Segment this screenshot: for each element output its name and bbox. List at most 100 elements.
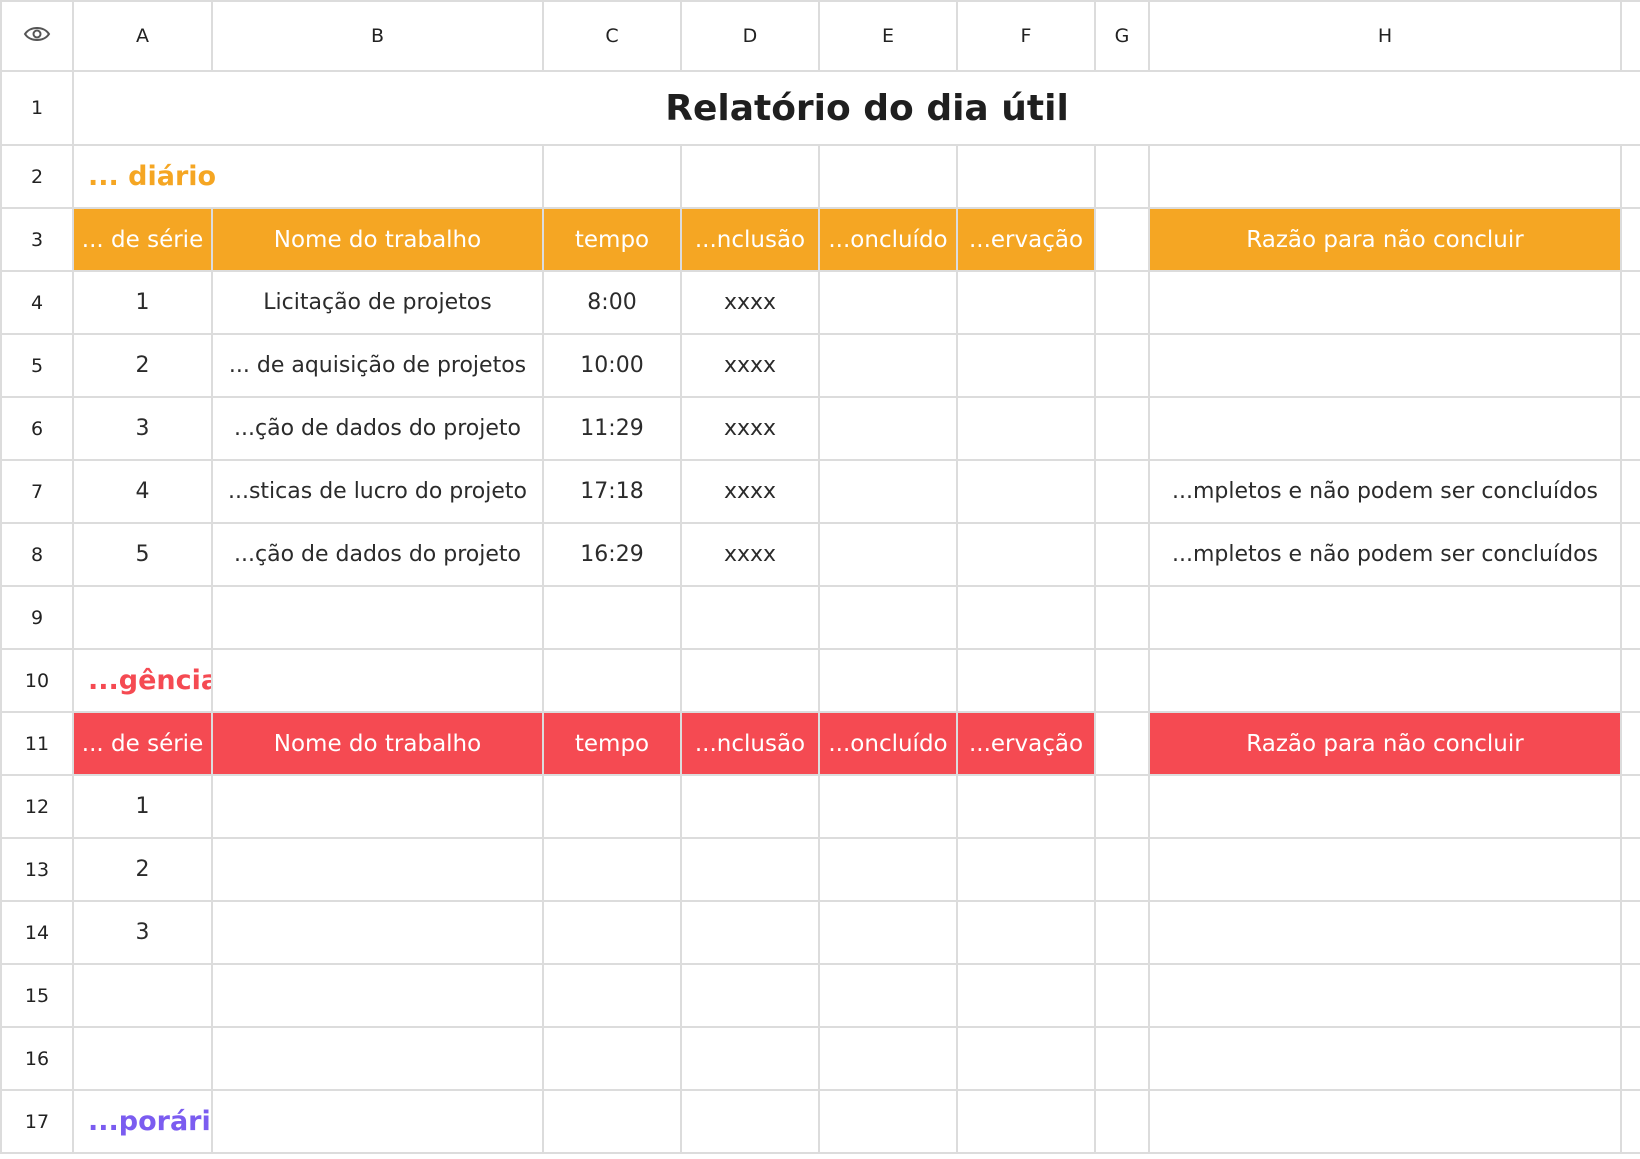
cell-conclusion[interactable]: xxxx [680, 333, 820, 398]
column-header-d[interactable]: D [680, 0, 820, 72]
cell-time[interactable]: 10:00 [542, 333, 682, 398]
cell[interactable] [1094, 1026, 1150, 1091]
cell[interactable] [1148, 900, 1622, 965]
cell[interactable] [818, 774, 958, 839]
urgent-section-label[interactable]: ...gência [72, 648, 213, 713]
cell-time[interactable]: 17:18 [542, 459, 682, 524]
cell-name[interactable]: Licitação de projetos [211, 270, 544, 335]
eye-icon[interactable] [23, 25, 51, 48]
cell[interactable] [542, 1089, 682, 1154]
cell[interactable] [1620, 837, 1640, 902]
cell-reason[interactable] [1148, 270, 1622, 335]
cell-observation[interactable] [956, 270, 1096, 335]
cell[interactable] [680, 585, 820, 650]
row-header[interactable]: 2 [0, 144, 74, 209]
cell-time[interactable]: 11:29 [542, 396, 682, 461]
column-header-e[interactable]: E [818, 0, 958, 72]
cell[interactable] [1620, 648, 1640, 713]
header-conclusion[interactable]: ...nclusão [680, 207, 820, 272]
cell[interactable] [211, 774, 544, 839]
cell[interactable] [211, 900, 544, 965]
cell-serial[interactable]: 1 [72, 270, 213, 335]
cell[interactable] [1620, 711, 1640, 776]
cell[interactable] [211, 1089, 544, 1154]
column-header-a[interactable]: A [72, 0, 213, 72]
select-all-corner[interactable] [0, 0, 74, 72]
cell[interactable] [680, 1089, 820, 1154]
cell[interactable] [1620, 144, 1640, 209]
cell[interactable] [542, 963, 682, 1028]
cell-serial[interactable]: 3 [72, 396, 213, 461]
cell[interactable] [1148, 837, 1622, 902]
column-header-g[interactable]: G [1094, 0, 1150, 72]
cell[interactable] [956, 837, 1096, 902]
header-reason[interactable]: Razão para não concluir [1148, 711, 1622, 776]
cell[interactable] [1620, 1026, 1640, 1091]
cell-completed[interactable] [818, 333, 958, 398]
row-header[interactable]: 10 [0, 648, 74, 713]
header-conclusion[interactable]: ...nclusão [680, 711, 820, 776]
cell-completed[interactable] [818, 522, 958, 587]
cell[interactable] [956, 963, 1096, 1028]
row-header[interactable]: 17 [0, 1089, 74, 1154]
cell[interactable] [542, 1026, 682, 1091]
header-serial[interactable]: ... de série [72, 207, 213, 272]
cell[interactable] [1620, 459, 1640, 524]
cell[interactable] [542, 648, 682, 713]
row-header[interactable]: 5 [0, 333, 74, 398]
cell[interactable] [1148, 774, 1622, 839]
cell-serial[interactable]: 4 [72, 459, 213, 524]
cell[interactable] [956, 585, 1096, 650]
cell-completed[interactable] [818, 459, 958, 524]
row-header[interactable]: 12 [0, 774, 74, 839]
cell[interactable] [1094, 648, 1150, 713]
cell[interactable] [680, 963, 820, 1028]
row-header[interactable]: 6 [0, 396, 74, 461]
cell[interactable] [680, 900, 820, 965]
cell[interactable] [1094, 774, 1150, 839]
column-header-h[interactable]: H [1148, 0, 1622, 72]
cell-conclusion[interactable]: xxxx [680, 396, 820, 461]
cell[interactable] [1620, 396, 1640, 461]
cell-observation[interactable] [956, 459, 1096, 524]
cell-serial[interactable]: 2 [72, 837, 213, 902]
cell-conclusion[interactable]: xxxx [680, 270, 820, 335]
cell-reason[interactable] [1148, 396, 1622, 461]
cell-time[interactable]: 16:29 [542, 522, 682, 587]
row-header[interactable]: 3 [0, 207, 74, 272]
cell[interactable] [1148, 648, 1622, 713]
header-time[interactable]: tempo [542, 711, 682, 776]
temporary-section-label[interactable]: ...porário [72, 1089, 213, 1154]
cell-serial[interactable]: 2 [72, 333, 213, 398]
cell[interactable] [680, 648, 820, 713]
cell-name[interactable]: ...sticas de lucro do projeto [211, 459, 544, 524]
cell[interactable] [1094, 522, 1150, 587]
cell[interactable] [1620, 1089, 1640, 1154]
cell[interactable] [680, 837, 820, 902]
daily-section-label[interactable]: ... diário [72, 144, 544, 209]
cell[interactable] [1620, 522, 1640, 587]
cell[interactable] [542, 585, 682, 650]
row-header[interactable]: 13 [0, 837, 74, 902]
cell[interactable] [818, 963, 958, 1028]
row-header[interactable]: 1 [0, 70, 74, 146]
cell[interactable] [211, 963, 544, 1028]
cell[interactable] [956, 900, 1096, 965]
row-header[interactable]: 15 [0, 963, 74, 1028]
header-completed[interactable]: ...oncluído [818, 207, 958, 272]
cell[interactable] [211, 585, 544, 650]
cell[interactable] [1094, 585, 1150, 650]
column-header-c[interactable]: C [542, 0, 682, 72]
cell[interactable] [1094, 396, 1150, 461]
cell[interactable] [818, 1089, 958, 1154]
cell[interactable] [211, 648, 544, 713]
cell[interactable] [818, 837, 958, 902]
cell[interactable] [1094, 711, 1150, 776]
cell[interactable] [1148, 585, 1622, 650]
row-header[interactable]: 9 [0, 585, 74, 650]
row-header[interactable]: 8 [0, 522, 74, 587]
cell[interactable] [956, 1026, 1096, 1091]
cell[interactable] [211, 837, 544, 902]
report-title[interactable]: Relatório do dia útil [72, 70, 1640, 146]
cell-serial[interactable]: 5 [72, 522, 213, 587]
